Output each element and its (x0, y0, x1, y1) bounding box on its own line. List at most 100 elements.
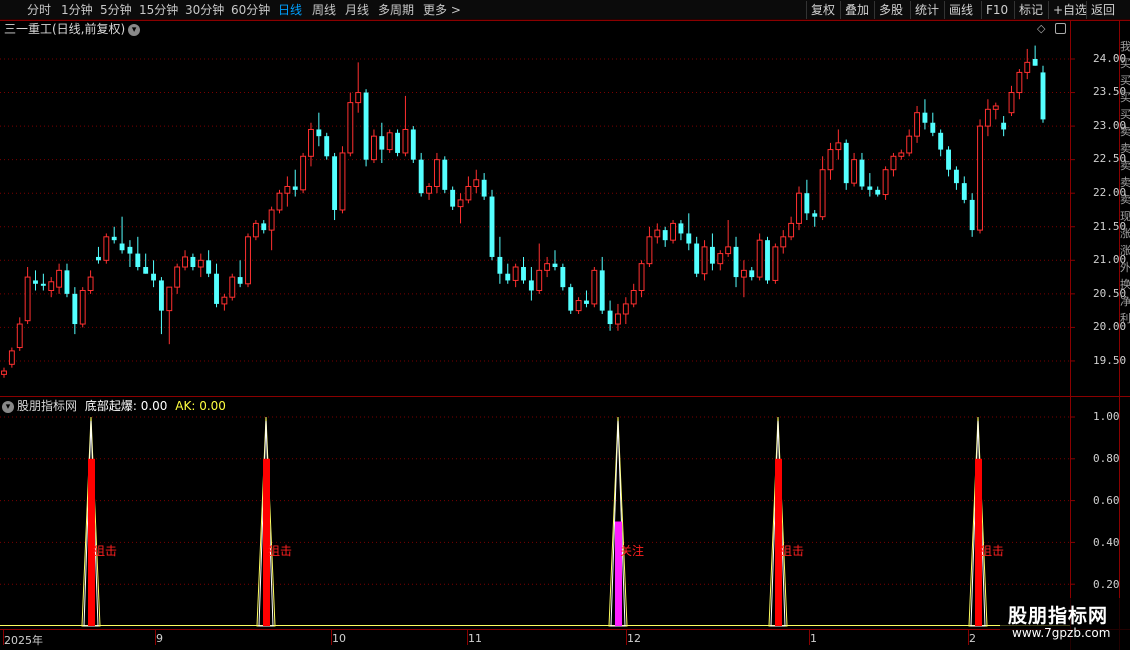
candle-body-up (221, 296, 228, 305)
candle-body-up (914, 112, 921, 137)
candle-body-up (252, 222, 259, 238)
candle-body-down (363, 92, 369, 160)
candle-body-down (662, 230, 668, 241)
candle-body-up (245, 236, 251, 285)
candle-body-down (686, 233, 692, 244)
date-tick: 2 (969, 632, 976, 645)
chart-canvas[interactable] (0, 0, 1130, 650)
candle-body-up (402, 128, 409, 154)
stock-title: 三一重工(日线,前复权) (4, 22, 126, 36)
candle-body-up (796, 192, 802, 224)
candle-body-up (575, 300, 582, 312)
candle-body-down (843, 142, 849, 184)
candle-body-down (292, 186, 298, 190)
candle-body-down (206, 260, 212, 274)
side-glyph: 卖 (1120, 142, 1130, 155)
date-tick: 1 (810, 632, 817, 645)
quote-panel-edge: 我 买 买 买 买 卖 卖 卖 卖 卖 现 涨 涨 外 换 净 利 (1120, 38, 1130, 598)
candle-body-down (111, 236, 117, 241)
candle-body-down (552, 263, 558, 268)
side-glyph: 换 (1120, 278, 1130, 291)
side-glyph: 涨 (1120, 244, 1130, 257)
candle-body-up (276, 192, 283, 211)
candle-body-up (56, 269, 63, 288)
candle-body-down (568, 287, 574, 311)
candle-body-up (24, 276, 31, 322)
candle-body-down (442, 159, 448, 190)
date-tick: 11 (468, 632, 482, 645)
candle-body-up (87, 276, 94, 291)
signal-label: 狙击 (780, 544, 805, 558)
indicator-title: ▾ 股朋指标网 底部起爆: 0.00 AK: 0.00 (2, 398, 226, 414)
candle-body-up (339, 152, 346, 211)
window-toggle-icon[interactable] (1055, 23, 1066, 34)
candle-body-up (8, 350, 15, 365)
indicator-tick: 0.40 (1093, 536, 1120, 549)
candle-body-up (1, 370, 7, 375)
candle-body-down (1040, 72, 1046, 120)
chevron-down-icon[interactable]: ▾ (128, 23, 141, 36)
signal-label: 关注 (620, 544, 645, 558)
indicator-tick: 1.00 (1093, 410, 1120, 423)
candle-body-down (135, 253, 141, 268)
candle-body-down (410, 129, 416, 160)
diamond-icon[interactable]: ◇ (1037, 22, 1045, 35)
candle-body-down (599, 270, 605, 311)
indicator-tick: 0.60 (1093, 494, 1120, 507)
indicator-tick: 0.80 (1093, 452, 1120, 465)
candle-body-down (481, 179, 487, 197)
candle-body-down (930, 122, 936, 133)
indicator-tick: 0.20 (1093, 578, 1120, 591)
signal-label: 狙击 (93, 544, 118, 558)
candle-body-up (827, 149, 834, 171)
candle-body-down (395, 132, 401, 153)
candle-body-down (765, 240, 770, 281)
watermark-brand: 股朋指标网 (1008, 605, 1109, 627)
candle-body-down (497, 256, 503, 274)
candle-body-up (355, 92, 362, 104)
candle-body-up (284, 185, 291, 194)
indicator-series (0, 416, 1070, 627)
main-chart-title: 三一重工(日线,前复权) ▾ (4, 21, 141, 37)
indicator-line1-label: 底部起爆: (84, 399, 137, 413)
candle-body-down (158, 280, 164, 311)
candle-body-up (906, 135, 913, 154)
watermark-url: www.7gpzb.com (1012, 626, 1111, 640)
candle-body-down (733, 246, 739, 278)
chevron-down-icon[interactable]: ▾ (2, 400, 14, 413)
candle-body-up (48, 281, 55, 291)
candle-body-up (772, 246, 779, 281)
candle-body-down (528, 280, 534, 291)
side-glyph: 买 (1120, 108, 1130, 121)
candle-body-up (197, 259, 204, 268)
candle-body-down (709, 246, 715, 264)
candle-body-down (867, 186, 873, 190)
candle-body-up (788, 222, 795, 238)
side-glyph: 买 (1120, 57, 1130, 70)
candle-body-down (261, 223, 267, 231)
side-glyph: 利 (1120, 312, 1130, 325)
candle-body-up (992, 105, 999, 110)
date-tick: 2025年 (4, 634, 43, 647)
candle-body-down (237, 277, 243, 284)
date-tick: 10 (332, 632, 346, 645)
indicator-line2-value: 0.00 (199, 399, 226, 413)
candle-body-up (1016, 71, 1023, 94)
candle-body-down (694, 243, 700, 274)
candle-body-down (560, 267, 566, 288)
candle-body-up (725, 246, 732, 255)
candle-body-up (819, 169, 826, 218)
candle-body-up (229, 276, 236, 298)
candle-body-down (922, 112, 928, 123)
signal-label: 狙击 (268, 544, 293, 558)
date-tick: 9 (156, 632, 163, 645)
candle-body-down (316, 129, 322, 137)
candle-body-down (678, 223, 684, 234)
candle-body-up (835, 142, 842, 151)
candle-body-up (701, 246, 708, 275)
candle-body-down (749, 270, 755, 278)
candle-body-down (418, 159, 424, 194)
candle-body-up (182, 256, 188, 268)
candle-body-up (984, 108, 991, 127)
candle-body-up (882, 169, 889, 196)
